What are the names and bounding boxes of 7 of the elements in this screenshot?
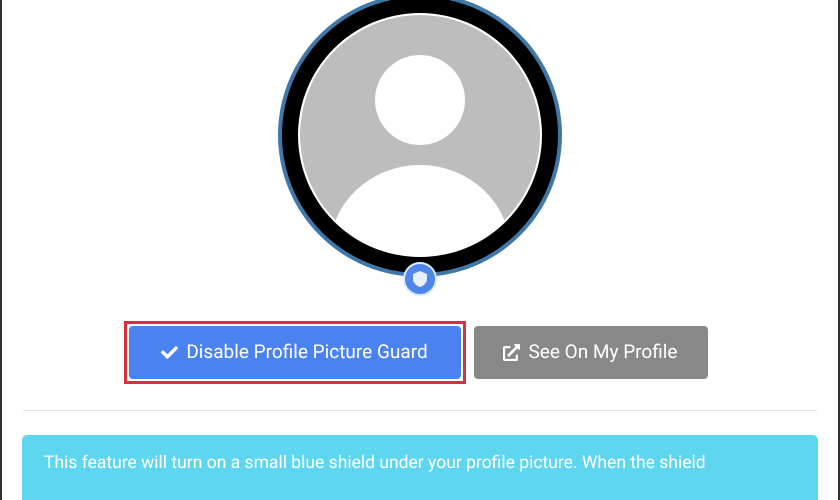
see-profile-button[interactable]: See On My Profile	[474, 326, 708, 379]
external-link-icon	[503, 344, 520, 361]
shield-icon	[413, 271, 427, 287]
notice-text: This feature will turn on a small blue shield under your profile picture. When the shield	[44, 452, 707, 475]
check-icon	[161, 344, 178, 361]
shield-badge[interactable]	[403, 262, 437, 296]
disable-guard-button[interactable]: Disable Profile Picture Guard	[128, 326, 460, 379]
